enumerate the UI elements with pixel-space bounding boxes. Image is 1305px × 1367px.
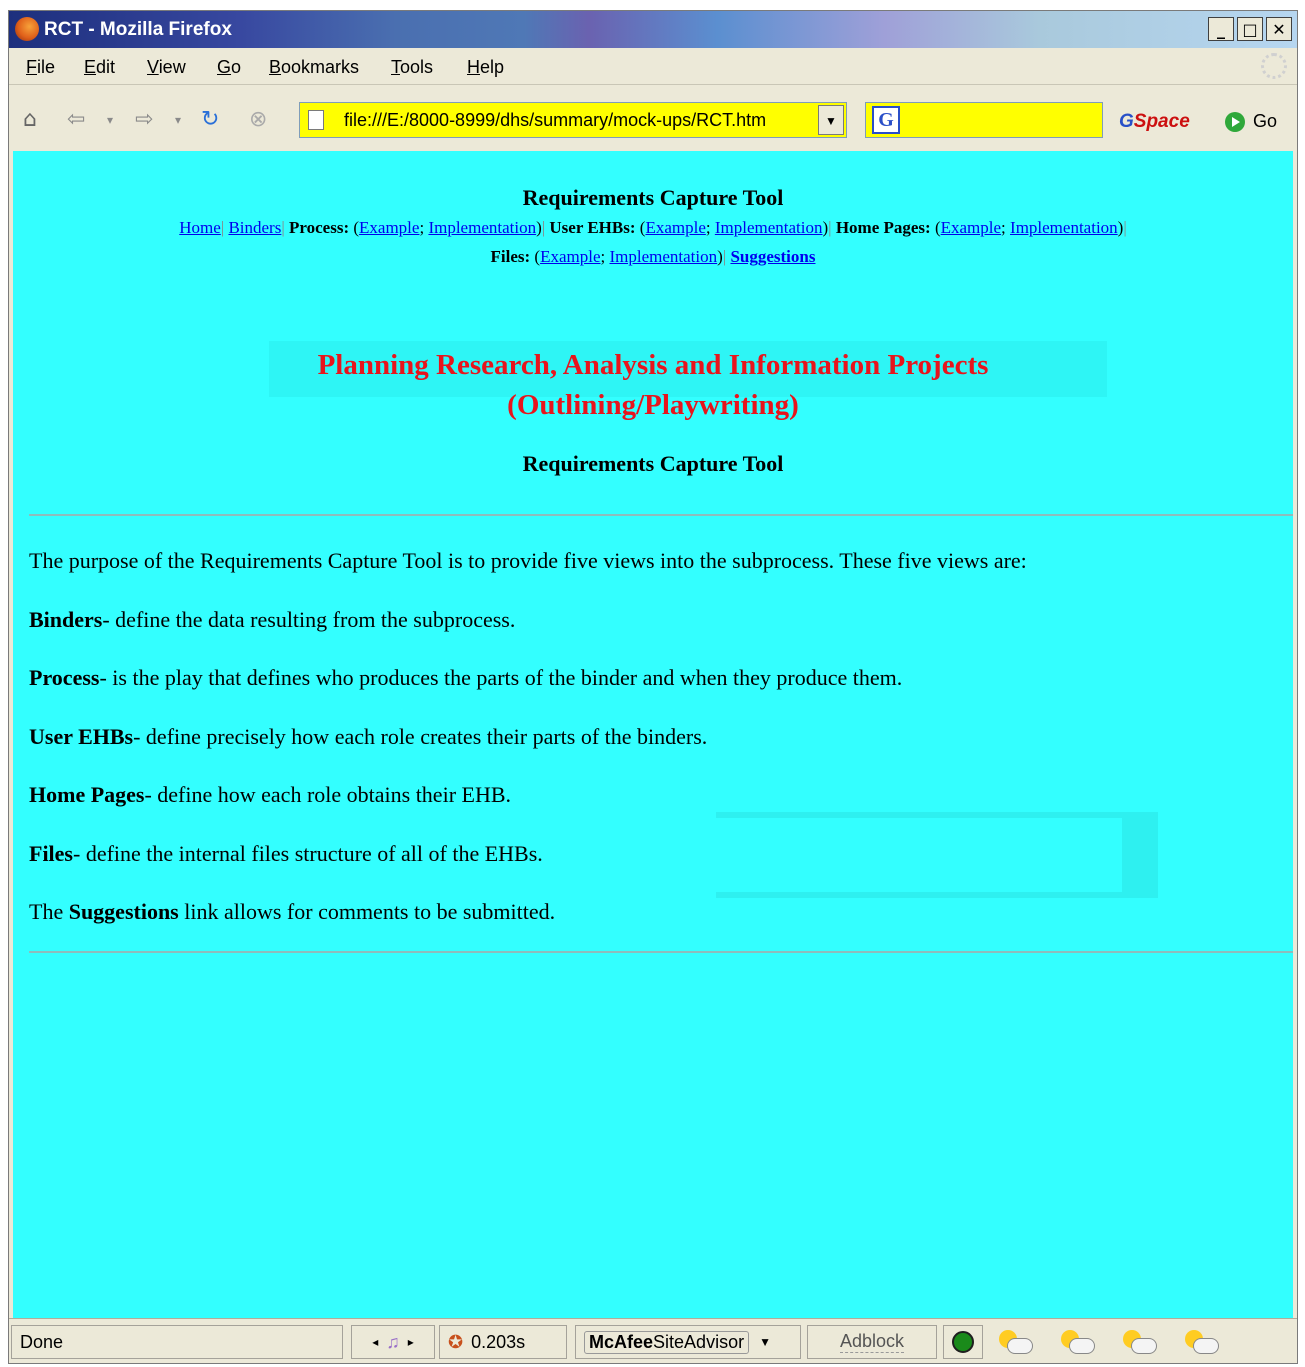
close-button[interactable]: ✕ xyxy=(1266,17,1292,41)
page-content: Requirements Capture Tool Home| Binders|… xyxy=(13,151,1293,1318)
item-binders: Binders- define the data resulting from … xyxy=(29,607,516,632)
main-title-line2: (Outlining/Playwriting) xyxy=(507,389,799,421)
menu-view[interactable]: View xyxy=(147,57,186,78)
status-indicator-icon[interactable] xyxy=(943,1325,983,1359)
weather-icon xyxy=(1185,1330,1219,1354)
reload-icon[interactable]: ↻ xyxy=(201,109,219,131)
weather-icon xyxy=(999,1330,1033,1354)
intro-paragraph: The purpose of the Requirements Capture … xyxy=(29,548,1027,573)
url-dropdown-button[interactable]: ▼ xyxy=(818,105,844,135)
google-search-engine-icon[interactable]: G xyxy=(872,106,900,134)
title-bar: RCT - Mozilla Firefox _ □ ✕ xyxy=(9,11,1297,48)
weather-icon xyxy=(1061,1330,1095,1354)
item-files: Files- define the internal files structu… xyxy=(29,841,543,866)
main-title-line1: Planning Research, Analysis and Informat… xyxy=(317,349,989,381)
nav-links-line2: Files: (Example; Implementation)| Sugges… xyxy=(490,247,816,266)
weather-icon xyxy=(1123,1330,1157,1354)
nav-process-implementation-link[interactable]: Implementation xyxy=(428,218,536,237)
stop-icon[interactable]: ⊗ xyxy=(249,109,267,131)
menu-edit[interactable]: Edit xyxy=(84,57,115,78)
adblock-button[interactable]: Adblock xyxy=(807,1325,937,1359)
search-input[interactable]: G xyxy=(865,102,1103,138)
nav-user-ehbs-example-link[interactable]: Example xyxy=(645,218,705,237)
header-title: Requirements Capture Tool xyxy=(522,185,784,210)
nav-process-example-link[interactable]: Example xyxy=(359,218,419,237)
nav-user-ehbs-label: User EHBs: xyxy=(549,218,636,237)
weather-forecast[interactable] xyxy=(985,1325,1285,1359)
menu-help[interactable]: Help xyxy=(467,57,504,78)
music-icon: ♫ xyxy=(386,1331,400,1352)
firefox-icon xyxy=(15,17,39,41)
nav-home-pages-label: Home Pages: xyxy=(835,218,931,237)
nav-binders-link[interactable]: Binders xyxy=(228,218,281,237)
back-icon[interactable]: ⇦ xyxy=(67,109,85,131)
nav-files-label: Files: xyxy=(490,247,531,266)
nav-process-label: Process: xyxy=(289,218,350,237)
page-load-timer: ✪ 0.203s xyxy=(439,1325,567,1359)
url-text[interactable]: file:///E:/8000-8999/dhs/summary/mock-up… xyxy=(344,110,814,131)
url-bar[interactable]: file:///E:/8000-8999/dhs/summary/mock-up… xyxy=(299,102,847,138)
maximize-button[interactable]: □ xyxy=(1237,17,1263,41)
forward-icon[interactable]: ⇨ xyxy=(135,109,153,131)
menu-go[interactable]: Go xyxy=(217,57,241,78)
divider-top xyxy=(29,514,1293,516)
next-track-icon[interactable]: ▸ xyxy=(408,1335,414,1349)
background-shape-inner xyxy=(716,818,1122,892)
divider-bottom xyxy=(29,951,1293,953)
item-user-ehbs: User EHBs- define precisely how each rol… xyxy=(29,724,708,749)
nav-home-pages-example-link[interactable]: Example xyxy=(941,218,1001,237)
nav-links-line1: Home| Binders| Process: (Example; Implem… xyxy=(179,218,1127,237)
nav-home-pages-implementation-link[interactable]: Implementation xyxy=(1010,218,1118,237)
item-process: Process- is the play that defines who pr… xyxy=(29,665,903,690)
menu-file[interactable]: File xyxy=(26,57,55,78)
navigation-toolbar: ⌂ ⇦ ▾ ⇨ ▾ ↻ ⊗ file:///E:/8000-8999/dhs/s… xyxy=(9,85,1297,151)
home-icon[interactable]: ⌂ xyxy=(23,109,37,131)
gspace-button[interactable]: GSpace xyxy=(1119,111,1190,133)
siteadvisor-button[interactable]: McAfeeSiteAdvisor ▼ xyxy=(575,1325,801,1359)
menu-bar: File Edit View Go Bookmarks Tools Help xyxy=(9,48,1297,85)
forward-dropdown-icon[interactable]: ▾ xyxy=(175,109,181,131)
go-icon xyxy=(1225,112,1245,133)
nav-files-example-link[interactable]: Example xyxy=(540,247,600,266)
timer-icon: ✪ xyxy=(448,1331,464,1352)
menu-bookmarks[interactable]: Bookmarks xyxy=(269,57,359,78)
item-home-pages: Home Pages- define how each role obtains… xyxy=(29,782,512,807)
page-icon xyxy=(308,110,324,130)
nav-suggestions-link[interactable]: Suggestions xyxy=(730,247,815,266)
status-text: Done xyxy=(11,1325,343,1359)
nav-files-implementation-link[interactable]: Implementation xyxy=(609,247,717,266)
minimize-button[interactable]: _ xyxy=(1208,17,1234,41)
go-button[interactable]: Go xyxy=(1225,111,1277,133)
siteadvisor-dropdown-icon[interactable]: ▼ xyxy=(759,1335,771,1349)
suggestions-paragraph: The Suggestions link allows for comments… xyxy=(29,899,556,924)
prev-track-icon[interactable]: ◂ xyxy=(372,1335,378,1349)
throbber-icon xyxy=(1261,53,1287,79)
status-bar: Done ◂ ♫ ▸ ✪ 0.203s McAfeeSiteAdvisor ▼ A… xyxy=(9,1318,1297,1363)
nav-home-link[interactable]: Home xyxy=(179,218,221,237)
menu-tools[interactable]: Tools xyxy=(391,57,433,78)
browser-window: RCT - Mozilla Firefox _ □ ✕ File Edit Vi… xyxy=(8,10,1298,1364)
back-dropdown-icon[interactable]: ▾ xyxy=(107,109,113,131)
media-player-control[interactable]: ◂ ♫ ▸ xyxy=(351,1325,435,1359)
window-title: RCT - Mozilla Firefox xyxy=(44,19,232,40)
nav-user-ehbs-implementation-link[interactable]: Implementation xyxy=(715,218,823,237)
subheading: Requirements Capture Tool xyxy=(522,451,784,476)
